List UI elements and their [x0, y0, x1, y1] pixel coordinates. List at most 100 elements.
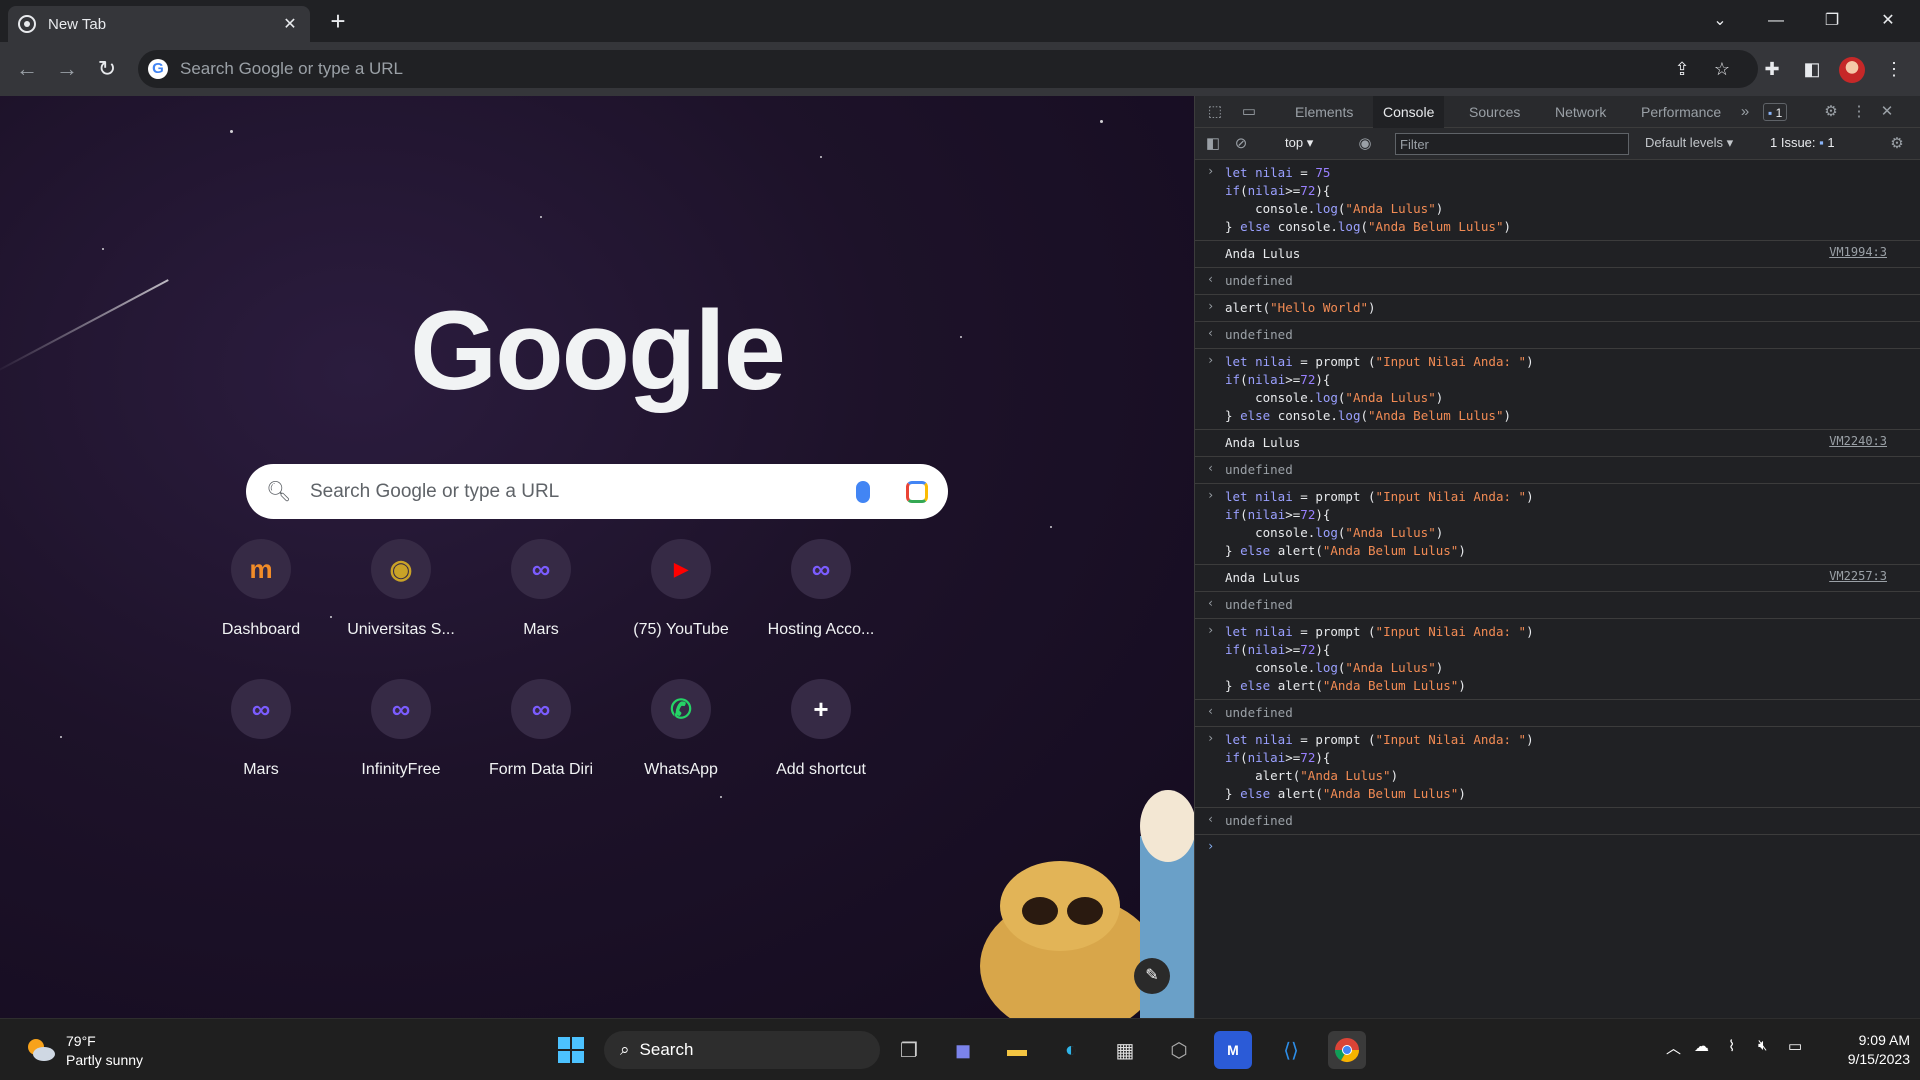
close-window-button[interactable]: ✕	[1868, 6, 1908, 36]
log-output: Anda Lulus	[1225, 435, 1301, 450]
forward-button[interactable]: →	[52, 54, 82, 84]
devtools-tab-bar: ⬚ ▭ Elements Console Sources Network Per…	[1195, 96, 1920, 128]
issues-button[interactable]: 1 Issue: ▪ 1	[1770, 135, 1835, 150]
settings-gear-icon[interactable]: ⚙	[1821, 102, 1841, 122]
windows-taskbar: 79°F Partly sunny ⌕ Search ❐ ◼ ▬ ◐ ▦ ⬡ M…	[0, 1018, 1920, 1080]
m-icon: m	[231, 539, 291, 599]
shortcut-tile[interactable]: + Add shortcut	[751, 669, 891, 789]
log-levels-select[interactable]: Default levels ▾	[1645, 135, 1733, 151]
teams-chat-icon[interactable]: ◼	[944, 1031, 982, 1069]
close-devtools-icon[interactable]: ✕	[1877, 102, 1897, 122]
ntp-search-box[interactable]: 🔍︎ Search Google or type a URL	[246, 464, 948, 519]
minimize-button[interactable]: —	[1756, 6, 1796, 36]
app-launcher-icon[interactable]: M	[1214, 1031, 1252, 1069]
source-link[interactable]: VM1994:3	[1829, 245, 1887, 259]
console-filter-input[interactable]	[1395, 133, 1629, 155]
console-prompt[interactable]: ›	[1195, 835, 1920, 861]
shortcut-tile[interactable]: ◉ Universitas S...	[331, 529, 471, 649]
shortcut-tile[interactable]: ∞ InfinityFree	[331, 669, 471, 789]
tab-title: New Tab	[48, 15, 107, 33]
extensions-icon[interactable]: ✚	[1758, 55, 1786, 83]
tab-search-chevron-icon[interactable]: ⌄	[1700, 6, 1740, 36]
console-settings-gear-icon[interactable]: ⚙	[1887, 134, 1907, 154]
messages-badge[interactable]: ▪ 1	[1763, 103, 1788, 121]
context-select[interactable]: top ▾	[1285, 135, 1313, 151]
device-toolbar-icon[interactable]: ▭	[1239, 102, 1259, 122]
google-lens-icon[interactable]	[906, 480, 928, 503]
plus-icon: +	[791, 679, 851, 739]
voice-search-mic-icon[interactable]	[856, 480, 870, 503]
console-output-entry: Anda Lulus VM1994:3	[1195, 241, 1920, 268]
code-line: if(nilai>=72){	[1225, 183, 1331, 198]
customize-pencil-icon[interactable]: ✎	[1134, 958, 1170, 994]
omnibox-placeholder: Search Google or type a URL	[180, 59, 404, 78]
microsoft-store-icon[interactable]: ▦	[1106, 1031, 1144, 1069]
google-logo: Google	[410, 288, 786, 413]
side-panel-icon[interactable]: ◧	[1798, 55, 1826, 83]
taskbar-clock[interactable]: 9:09 AM 9/15/2023	[1810, 1031, 1910, 1069]
source-link[interactable]: VM2240:3	[1829, 434, 1887, 448]
back-button[interactable]: ←	[12, 54, 42, 84]
close-tab-icon[interactable]: ✕	[280, 14, 300, 34]
clear-console-icon[interactable]: ⊘	[1231, 134, 1251, 154]
return-value: undefined	[1225, 705, 1293, 720]
onedrive-cloud-icon[interactable]: ☁	[1694, 1037, 1709, 1055]
profile-avatar[interactable]	[1839, 57, 1865, 83]
menu-kebab-icon[interactable]: ⋮	[1880, 55, 1908, 83]
file-explorer-icon[interactable]: ▬	[998, 1031, 1036, 1069]
shortcut-tile[interactable]: ∞ Mars	[191, 669, 331, 789]
tab-console[interactable]: Console	[1373, 96, 1445, 128]
more-tabs-chevron-icon[interactable]: »	[1735, 102, 1755, 122]
sidebar-toggle-icon[interactable]: ◧	[1203, 134, 1223, 154]
return-arrow-icon: ‹	[1207, 596, 1215, 610]
new-tab-button[interactable]: +	[324, 8, 352, 36]
whatsapp-icon: ✆	[651, 679, 711, 739]
return-value: undefined	[1225, 597, 1293, 612]
reload-button[interactable]: ↻	[92, 54, 122, 84]
wifi-icon[interactable]: ⌇	[1728, 1037, 1735, 1055]
tab-sources[interactable]: Sources	[1459, 96, 1530, 128]
partly-sunny-weather-icon[interactable]	[24, 1035, 56, 1063]
show-hidden-icons-chevron-icon[interactable]: ︿	[1666, 1037, 1681, 1058]
share-icon[interactable]: ⇪	[1668, 55, 1696, 83]
console-input-entry: › let nilai = prompt ("Input Nilai Anda:…	[1195, 727, 1920, 808]
live-expression-eye-icon[interactable]: ◉	[1355, 134, 1375, 154]
edge-browser-icon[interactable]: ◐	[1052, 1031, 1090, 1069]
bookmark-star-icon[interactable]: ☆	[1708, 55, 1736, 83]
shortcut-tile[interactable]: m Dashboard	[191, 529, 331, 649]
return-arrow-icon: ‹	[1207, 461, 1215, 475]
input-chevron-icon: ›	[1207, 623, 1215, 637]
code-line: if(nilai>=72){	[1225, 750, 1331, 765]
infinity-icon: ∞	[511, 539, 571, 599]
tab-strip: New Tab ✕ + ⌄ — ❐ ✕	[0, 0, 1920, 42]
task-view-icon[interactable]: ❐	[890, 1031, 928, 1069]
omnibox[interactable]: G Search Google or type a URL	[138, 50, 1758, 88]
console-input-entry: › alert("Hello World")	[1195, 295, 1920, 322]
tab-new-tab[interactable]: New Tab ✕	[8, 6, 310, 42]
tab-network[interactable]: Network	[1545, 96, 1616, 128]
devtools-menu-icon[interactable]: ⋮	[1849, 102, 1869, 122]
windows-start-icon[interactable]	[552, 1031, 590, 1069]
taskbar-search-box[interactable]: ⌕ Search	[604, 1031, 880, 1069]
tab-elements[interactable]: Elements	[1285, 96, 1363, 128]
code-line: let nilai = prompt ("Input Nilai Anda: "…	[1225, 732, 1534, 747]
tab-performance[interactable]: Performance	[1631, 96, 1731, 128]
battery-icon[interactable]: ▭	[1788, 1037, 1802, 1055]
shortcut-tile[interactable]: ∞ Mars	[471, 529, 611, 649]
shortcut-tile[interactable]: ∞ Hosting Acco...	[751, 529, 891, 649]
volume-muted-icon[interactable]: 🔇︎	[1758, 1037, 1767, 1054]
browser-toolbar: ← → ↻ G Search Google or type a URL ⇪ ☆ …	[0, 42, 1920, 96]
chrome-taskbar-icon[interactable]	[1328, 1031, 1366, 1069]
shortcut-tile[interactable]: ∞ Form Data Diri	[471, 669, 611, 789]
message-icon: ▪	[1768, 106, 1773, 120]
shortcut-tile[interactable]: ✆ WhatsApp	[611, 669, 751, 789]
unity-hub-icon[interactable]: ⬡	[1160, 1031, 1198, 1069]
inspect-element-icon[interactable]: ⬚	[1205, 102, 1225, 122]
shortcut-tile[interactable]: ▶ (75) YouTube	[611, 529, 751, 649]
restore-button[interactable]: ❐	[1812, 6, 1852, 36]
source-link[interactable]: VM2257:3	[1829, 569, 1887, 583]
code-line: let nilai = prompt ("Input Nilai Anda: "…	[1225, 354, 1534, 369]
shortcut-label: Dashboard	[221, 621, 301, 638]
prompt-chevron-icon: ›	[1207, 839, 1215, 853]
vscode-icon[interactable]: ⟨⟩	[1272, 1031, 1310, 1069]
